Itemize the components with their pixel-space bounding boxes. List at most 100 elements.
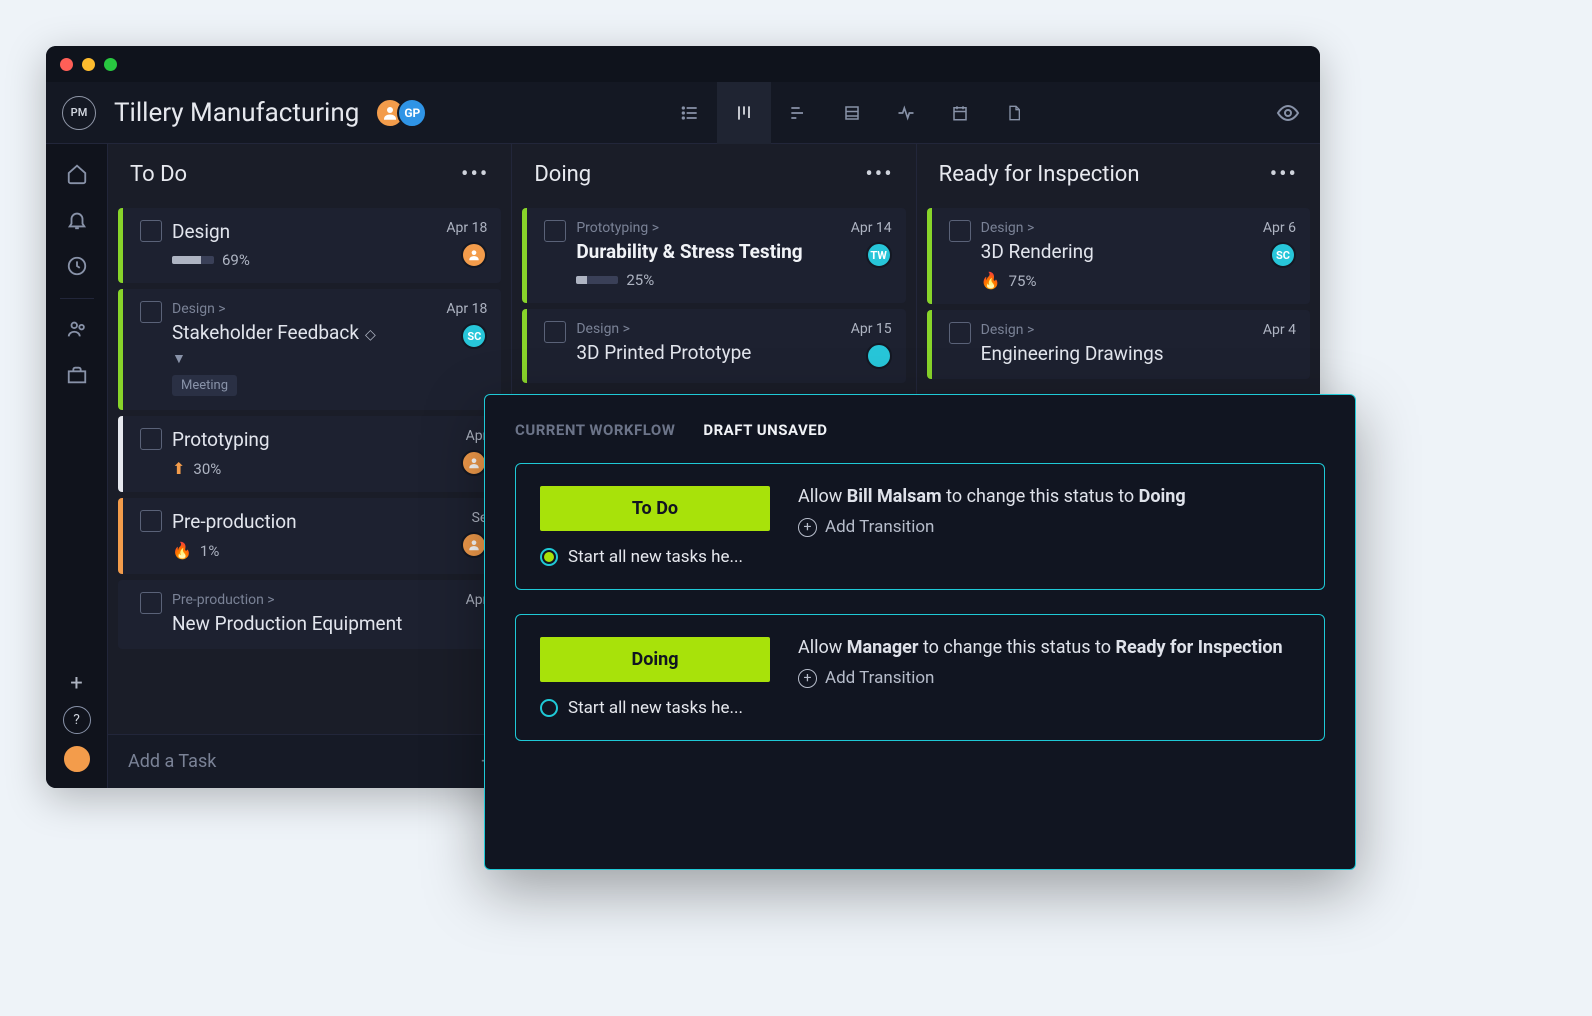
window-minimize-icon[interactable] <box>82 58 95 71</box>
task-card[interactable]: Pre-production > New Production Equipmen… <box>118 580 501 649</box>
add-task-label: Add a Task <box>128 751 216 772</box>
add-task-button[interactable]: Add a Task + <box>108 734 511 788</box>
due-date: Apr 6 <box>1263 220 1296 236</box>
column-menu-icon[interactable]: ••• <box>461 162 489 187</box>
progress-bar <box>172 256 214 264</box>
add-transition-button[interactable]: + Add Transition <box>798 668 1300 688</box>
member-avatars[interactable]: GP <box>375 98 427 128</box>
tab-current-workflow[interactable]: CURRENT WORKFLOW <box>515 421 675 439</box>
complete-checkbox[interactable] <box>544 321 566 343</box>
wf-left: Doing Start all new tasks he... <box>540 637 770 718</box>
task-card[interactable]: Design > 3D Rendering 🔥 75% Apr 6 SC <box>927 208 1310 304</box>
window-close-icon[interactable] <box>60 58 73 71</box>
workflow-status-card[interactable]: Doing Start all new tasks he... Allow Ma… <box>515 614 1325 741</box>
card-body: Prototyping ⬆ 30% <box>172 428 451 478</box>
card-meta: 🔥 1% <box>172 541 451 560</box>
task-card[interactable]: Design > 3D Printed Prototype Apr 15 <box>522 309 905 383</box>
start-here-radio[interactable]: Start all new tasks he... <box>540 698 770 718</box>
card-title: Design <box>172 220 436 243</box>
assignee-avatar: SC <box>1270 242 1296 268</box>
chevron-down-icon[interactable]: ▼ <box>172 350 186 367</box>
sidebar-bottom: + ? <box>62 671 92 774</box>
wf-left: To Do Start all new tasks he... <box>540 486 770 567</box>
task-card[interactable]: Design > Stakeholder Feedback◇ ▼ Meeting… <box>118 289 501 410</box>
wf-right: Allow Bill Malsam to change this status … <box>798 486 1300 537</box>
card-title: Prototyping <box>172 428 451 451</box>
column-header: Doing ••• <box>512 144 915 204</box>
progress-percent: 25% <box>626 271 654 289</box>
card-body: Design > 3D Rendering 🔥 75% <box>981 220 1253 290</box>
complete-checkbox[interactable] <box>140 592 162 614</box>
board-view-icon[interactable] <box>717 82 771 144</box>
panel-tabs: CURRENT WORKFLOW DRAFT UNSAVED <box>515 421 1325 439</box>
assignee-avatar <box>866 343 892 369</box>
transition-description: Allow Bill Malsam to change this status … <box>798 486 1300 507</box>
nav-current-user-avatar[interactable] <box>62 744 92 774</box>
nav-people-icon[interactable] <box>57 307 97 351</box>
card-breadcrumb: Design > <box>576 321 840 337</box>
plus-circle-icon: + <box>798 669 817 688</box>
add-transition-label: Add Transition <box>825 517 934 537</box>
task-card[interactable]: Design > Engineering Drawings Apr 4 <box>927 310 1310 379</box>
nav-add-icon[interactable]: + <box>70 671 82 696</box>
workflow-panel: CURRENT WORKFLOW DRAFT UNSAVED To Do Sta… <box>484 394 1356 870</box>
card-body: Design > Stakeholder Feedback◇ ▼ Meeting <box>172 301 436 396</box>
due-date: Apr 18 <box>446 220 487 236</box>
complete-checkbox[interactable] <box>140 428 162 450</box>
sheet-view-icon[interactable] <box>825 82 879 144</box>
card-breadcrumb: Design > <box>172 301 436 317</box>
workflow-status-card[interactable]: To Do Start all new tasks he... Allow Bi… <box>515 463 1325 590</box>
nav-home-icon[interactable] <box>57 152 97 196</box>
card-stripe <box>522 309 527 383</box>
card-right: Apr 6 SC <box>1263 220 1296 290</box>
card-title: 3D Rendering <box>981 240 1253 263</box>
status-pill[interactable]: To Do <box>540 486 770 531</box>
sidebar: + ? <box>46 144 108 788</box>
milestone-icon: ◇ <box>365 327 376 343</box>
card-stripe <box>118 208 123 283</box>
start-here-radio[interactable]: Start all new tasks he... <box>540 547 770 567</box>
add-transition-button[interactable]: + Add Transition <box>798 517 1300 537</box>
visibility-icon[interactable] <box>1276 101 1300 125</box>
radio-icon <box>540 699 558 717</box>
card-breadcrumb: Prototyping > <box>576 220 840 236</box>
task-card[interactable]: Design 69% Apr 18 <box>118 208 501 283</box>
complete-checkbox[interactable] <box>949 322 971 344</box>
nav-portfolio-icon[interactable] <box>57 353 97 397</box>
task-card[interactable]: Prototyping ⬆ 30% Apr <box>118 416 501 492</box>
task-card[interactable]: Pre-production 🔥 1% Se <box>118 498 501 574</box>
wf-right: Allow Manager to change this status to R… <box>798 637 1300 688</box>
window-zoom-icon[interactable] <box>104 58 117 71</box>
list-view-icon[interactable] <box>663 82 717 144</box>
due-date: Apr 18 <box>446 301 487 317</box>
activity-view-icon[interactable] <box>879 82 933 144</box>
status-pill[interactable]: Doing <box>540 637 770 682</box>
radio-label: Start all new tasks he... <box>568 547 743 567</box>
radio-label: Start all new tasks he... <box>568 698 743 718</box>
card-title: 3D Printed Prototype <box>576 341 840 364</box>
tab-draft-unsaved[interactable]: DRAFT UNSAVED <box>703 421 827 439</box>
complete-checkbox[interactable] <box>949 220 971 242</box>
gantt-view-icon[interactable] <box>771 82 825 144</box>
complete-checkbox[interactable] <box>544 220 566 242</box>
nav-help-icon[interactable]: ? <box>63 706 91 734</box>
column-menu-icon[interactable]: ••• <box>1270 162 1298 187</box>
column-menu-icon[interactable]: ••• <box>865 162 893 187</box>
card-tag[interactable]: Meeting <box>172 375 237 396</box>
nav-recent-icon[interactable] <box>57 244 97 288</box>
calendar-view-icon[interactable] <box>933 82 987 144</box>
complete-checkbox[interactable] <box>140 220 162 242</box>
column-header: To Do ••• <box>108 144 511 204</box>
card-meta: 🔥 75% <box>981 271 1253 290</box>
complete-checkbox[interactable] <box>140 301 162 323</box>
task-card[interactable]: Prototyping > Durability & Stress Testin… <box>522 208 905 303</box>
assignee-avatar <box>461 242 487 268</box>
column-title: Doing <box>534 162 591 187</box>
radio-icon <box>540 548 558 566</box>
nav-notifications-icon[interactable] <box>57 198 97 242</box>
complete-checkbox[interactable] <box>140 510 162 532</box>
files-view-icon[interactable] <box>987 82 1041 144</box>
window-titlebar <box>46 46 1320 82</box>
card-stripe <box>522 208 527 303</box>
app-logo-icon[interactable]: PM <box>62 96 96 130</box>
